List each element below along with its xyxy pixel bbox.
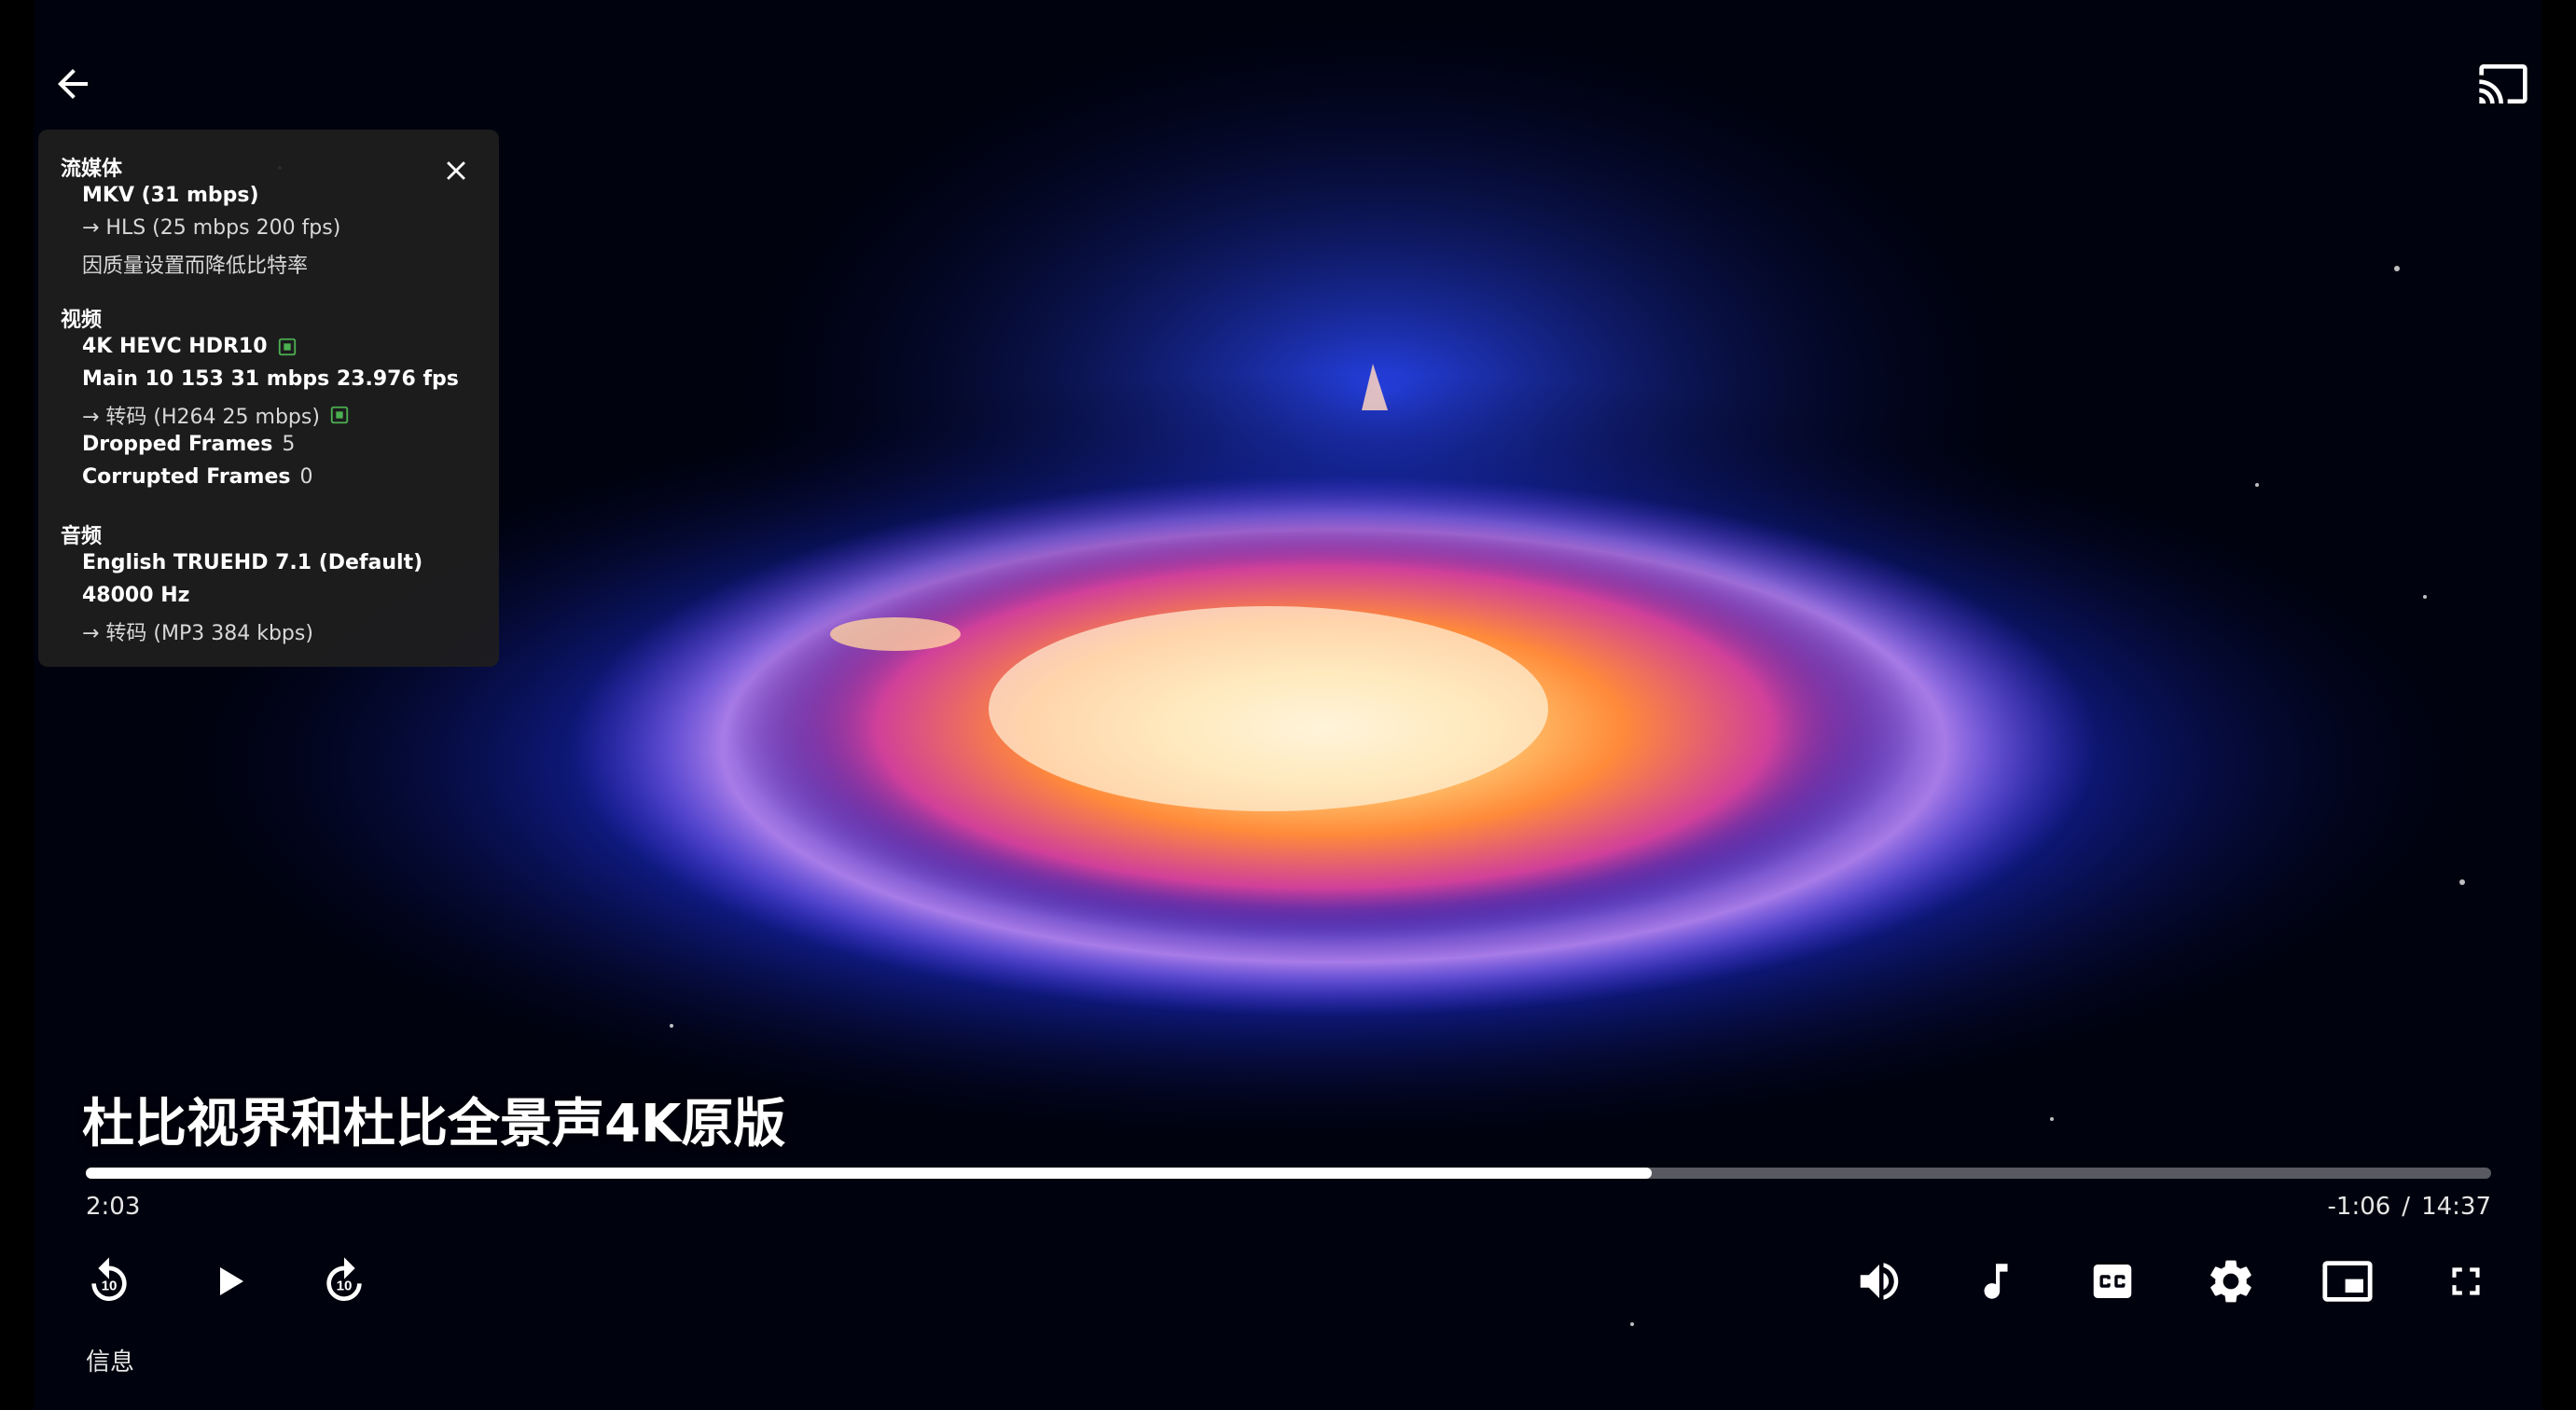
volume-button[interactable] <box>1842 1244 1917 1319</box>
info-tab[interactable]: 信息 <box>86 1343 134 1377</box>
forward-10-icon: 10 <box>326 1257 362 1301</box>
close-icon <box>447 161 465 180</box>
time-current: 2:03 <box>86 1193 141 1221</box>
video-profile-text: Main 10 153 31 mbps 23.976 fps <box>82 367 459 391</box>
video-codec: 4K HEVC HDR10 <box>82 335 298 358</box>
picture-in-picture-button[interactable] <box>2310 1244 2385 1319</box>
play-icon <box>220 1267 243 1295</box>
time-remaining-total: -1:06 / 14:37 <box>2328 1193 2491 1221</box>
audio-track-text: English TRUEHD 7.1 (Default) <box>82 551 423 574</box>
replay-10-icon: 10 <box>91 1257 127 1301</box>
streaming-target: → HLS (25 mbps 200 fps) <box>82 216 341 240</box>
audio-track-button[interactable] <box>1959 1244 2033 1319</box>
fullscreen-icon <box>2452 1267 2480 1295</box>
playback-info-panel: 流媒体 MKV (31 mbps) → HLS (25 mbps 200 fps… <box>38 130 499 667</box>
progress-bar[interactable] <box>86 1168 2491 1179</box>
closed-captions-icon <box>2093 1265 2132 1298</box>
streaming-section-title: 流媒体 <box>61 158 123 181</box>
time-total: 14:37 <box>2421 1193 2491 1221</box>
fullscreen-button[interactable] <box>2429 1244 2503 1319</box>
close-info-button[interactable] <box>430 145 482 197</box>
cast-icon <box>2479 64 2528 104</box>
dropped-frames: Dropped Frames 5 <box>82 433 295 456</box>
time-separator: / <box>2402 1193 2411 1221</box>
play-button[interactable] <box>192 1244 267 1319</box>
corrupted-frames: Corrupted Frames 0 <box>82 465 312 489</box>
hardware-chip-icon <box>330 406 349 424</box>
audio-section-title: 音频 <box>61 525 103 548</box>
dropped-frames-value: 5 <box>282 433 296 456</box>
hardware-chip-icon <box>278 338 296 355</box>
video-codec-text: 4K HEVC HDR10 <box>82 335 268 358</box>
video-transcode: → 转码 (H264 25 mbps) <box>82 400 350 430</box>
streaming-container-text: MKV (31 mbps) <box>82 184 259 207</box>
video-title: 杜比视界和杜比全景声4K原版 <box>82 1094 786 1154</box>
gear-icon <box>2210 1260 2251 1303</box>
dropped-frames-label: Dropped Frames <box>82 433 273 456</box>
audio-track: English TRUEHD 7.1 (Default) <box>82 551 422 574</box>
svg-text:10: 10 <box>102 1278 118 1293</box>
replay-10-button[interactable]: 10 <box>72 1244 146 1319</box>
forward-10-button[interactable]: 10 <box>307 1244 381 1319</box>
music-note-icon <box>1984 1264 2008 1299</box>
streaming-reason: 因质量设置而降低比特率 <box>82 255 309 278</box>
progress-fill <box>86 1168 1652 1179</box>
picture-in-picture-icon <box>2322 1261 2373 1302</box>
audio-transcode: → 转码 (MP3 384 kbps) <box>82 622 313 645</box>
corrupted-frames-label: Corrupted Frames <box>82 465 291 489</box>
streaming-container: MKV (31 mbps) <box>82 184 259 207</box>
video-transcode-text: → 转码 (H264 25 mbps) <box>82 406 320 429</box>
settings-button[interactable] <box>2194 1244 2268 1319</box>
volume-icon <box>1860 1263 1899 1300</box>
audio-sample-rate: 48000 Hz <box>82 584 189 607</box>
arrow-left-icon <box>58 69 88 99</box>
audio-sample-rate-text: 48000 Hz <box>82 584 190 607</box>
time-remaining: -1:06 <box>2327 1193 2391 1221</box>
video-profile: Main 10 153 31 mbps 23.976 fps <box>82 367 459 391</box>
video-section-title: 视频 <box>61 309 103 332</box>
corrupted-frames-value: 0 <box>299 465 313 489</box>
cast-button[interactable] <box>2458 39 2548 129</box>
subtitles-button[interactable] <box>2075 1244 2150 1319</box>
back-button[interactable] <box>28 39 118 129</box>
svg-text:10: 10 <box>337 1278 353 1293</box>
